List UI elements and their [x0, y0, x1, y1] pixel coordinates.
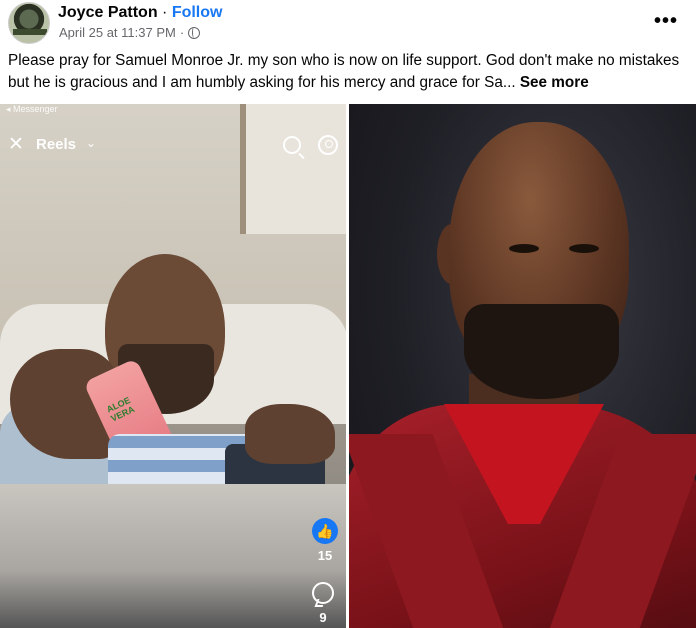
more-options-button[interactable]: •••	[654, 10, 678, 33]
avatar-band	[13, 29, 47, 35]
reel-screenshot[interactable]: ALOE VERA ◂ Messenger ✕ Reels ⌄ 👍 15 9	[0, 104, 348, 628]
portrait-photo[interactable]	[349, 104, 696, 628]
name-separator: ·	[157, 4, 172, 21]
portrait-eye-right	[569, 244, 599, 253]
reel-top-bar: ◂ Messenger ✕ Reels ⌄	[0, 104, 348, 164]
comment-count: 9	[319, 610, 327, 625]
blanket	[0, 484, 348, 628]
post-header: Joyce Patton · Follow April 25 at 11:37 …	[0, 0, 696, 44]
see-more-link[interactable]: See more	[520, 74, 589, 91]
post-timestamp[interactable]: April 25 at 11:37 PM	[59, 25, 176, 40]
globe-icon	[188, 26, 201, 39]
author-line: Joyce Patton · Follow	[58, 4, 222, 22]
post-meta: April 25 at 11:37 PM ·	[59, 25, 201, 40]
post-media: ALOE VERA ◂ Messenger ✕ Reels ⌄ 👍 15 9	[0, 104, 696, 628]
portrait-beard	[464, 304, 619, 399]
search-icon[interactable]	[283, 136, 301, 154]
chevron-down-icon[interactable]: ⌄	[86, 136, 96, 150]
close-icon[interactable]: ✕	[8, 135, 24, 155]
author-name[interactable]: Joyce Patton	[58, 4, 158, 21]
bottle-label: ALOE VERA	[105, 394, 137, 424]
follow-button[interactable]: Follow	[172, 4, 223, 21]
like-count: 15	[317, 548, 333, 563]
thumbs-up-icon[interactable]: 👍	[312, 518, 338, 544]
patient-hand	[245, 404, 335, 464]
portrait-eye-left	[509, 244, 539, 253]
profile-icon[interactable]	[318, 135, 338, 155]
meta-separator: ·	[179, 25, 185, 40]
post-text: Please pray for Samuel Monroe Jr. my son…	[8, 50, 692, 94]
messenger-back-label[interactable]: ◂ Messenger	[6, 104, 58, 115]
author-avatar[interactable]	[8, 2, 50, 44]
comment-icon[interactable]	[312, 582, 334, 604]
reels-title[interactable]: Reels	[36, 136, 76, 153]
